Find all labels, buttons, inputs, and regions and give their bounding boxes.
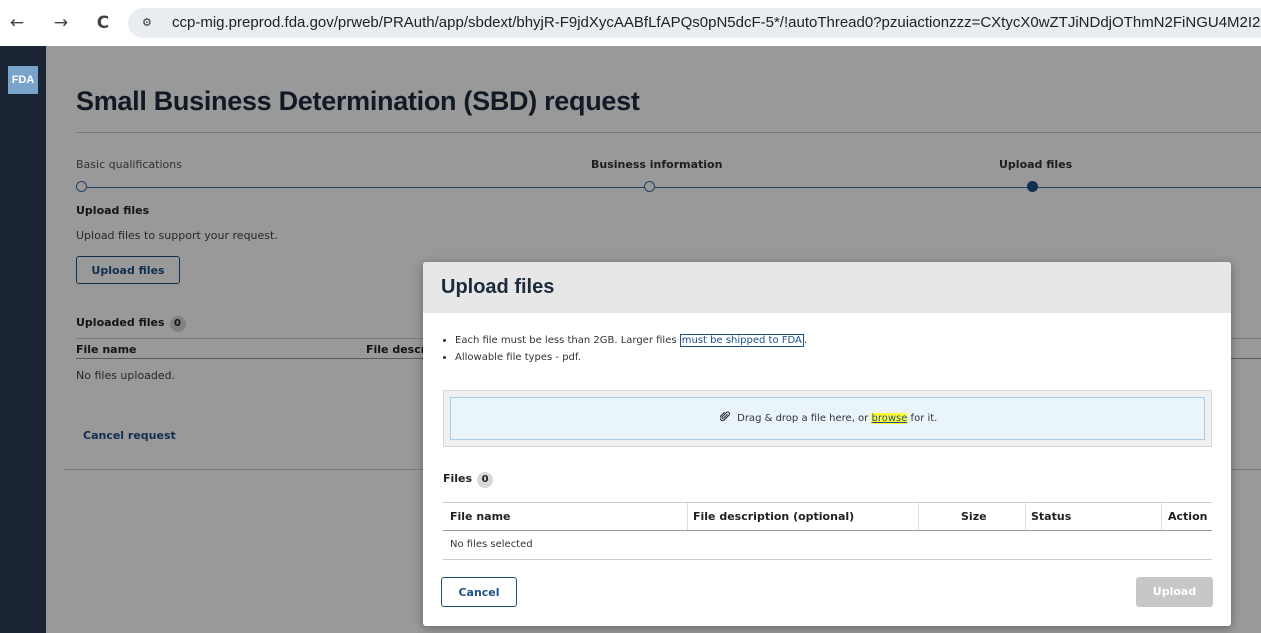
- column-divider: [918, 503, 919, 530]
- reload-icon[interactable]: C: [92, 12, 114, 34]
- forward-arrow-icon[interactable]: →: [50, 12, 72, 34]
- file-types-text: Allowable file types - pdf.: [455, 352, 581, 363]
- paperclip-icon: [719, 411, 734, 424]
- table-divider: [443, 559, 1212, 560]
- files-label: Files: [443, 472, 473, 485]
- url-text[interactable]: ccp-mig.preprod.fda.gov/prweb/PRAuth/app…: [172, 14, 1261, 31]
- column-divider: [687, 503, 688, 530]
- dropzone-text: Drag & drop a file here, or browse for i…: [451, 411, 1206, 424]
- back-arrow-icon[interactable]: ←: [6, 12, 28, 34]
- cancel-button[interactable]: Cancel: [441, 577, 517, 607]
- column-header-size: Size: [961, 510, 987, 523]
- files-count-badge: 0: [477, 472, 494, 488]
- site-info-icon[interactable]: ⚙: [142, 15, 158, 31]
- size-limit-text: Each file must be less than 2GB. Larger …: [455, 335, 680, 346]
- drop-instruction-suffix: for it.: [907, 413, 938, 424]
- list-item: Each file must be less than 2GB. Larger …: [455, 332, 807, 349]
- column-header-file-name: File name: [450, 510, 511, 523]
- address-bar[interactable]: ⚙ ccp-mig.preprod.fda.gov/prweb/PRAuth/a…: [128, 8, 1261, 38]
- left-nav-bar: [0, 46, 46, 633]
- dialog-header: Upload files: [423, 262, 1231, 313]
- fda-logo[interactable]: FDA: [8, 66, 38, 94]
- shipped-to-fda-link[interactable]: must be shipped to FDA: [679, 334, 804, 347]
- drop-instruction: Drag & drop a file here, or: [737, 413, 872, 424]
- column-header-file-description: File description (optional): [693, 510, 855, 523]
- browser-toolbar: ← → C ⚙ ccp-mig.preprod.fda.gov/prweb/PR…: [0, 0, 1261, 46]
- file-dropzone[interactable]: Drag & drop a file here, or browse for i…: [450, 397, 1205, 440]
- browse-link[interactable]: browse: [871, 413, 908, 424]
- table-divider: [443, 502, 1212, 503]
- column-header-status: Status: [1031, 510, 1072, 523]
- size-limit-suffix: .: [803, 335, 808, 346]
- upload-requirements-list: Each file must be less than 2GB. Larger …: [443, 332, 807, 366]
- dropzone-container: Drag & drop a file here, or browse for i…: [443, 390, 1212, 447]
- column-header-action: Action: [1168, 510, 1208, 523]
- list-item: Allowable file types - pdf.: [455, 349, 807, 366]
- dialog-title: Upload files: [441, 276, 555, 298]
- files-heading: Files 0: [443, 472, 494, 488]
- no-files-selected-message: No files selected: [450, 539, 533, 550]
- upload-button[interactable]: Upload: [1136, 577, 1213, 607]
- column-divider: [1025, 503, 1026, 530]
- column-divider: [1161, 503, 1162, 530]
- table-header-divider: [443, 530, 1212, 531]
- upload-files-dialog: Upload files Each file must be less than…: [423, 262, 1231, 626]
